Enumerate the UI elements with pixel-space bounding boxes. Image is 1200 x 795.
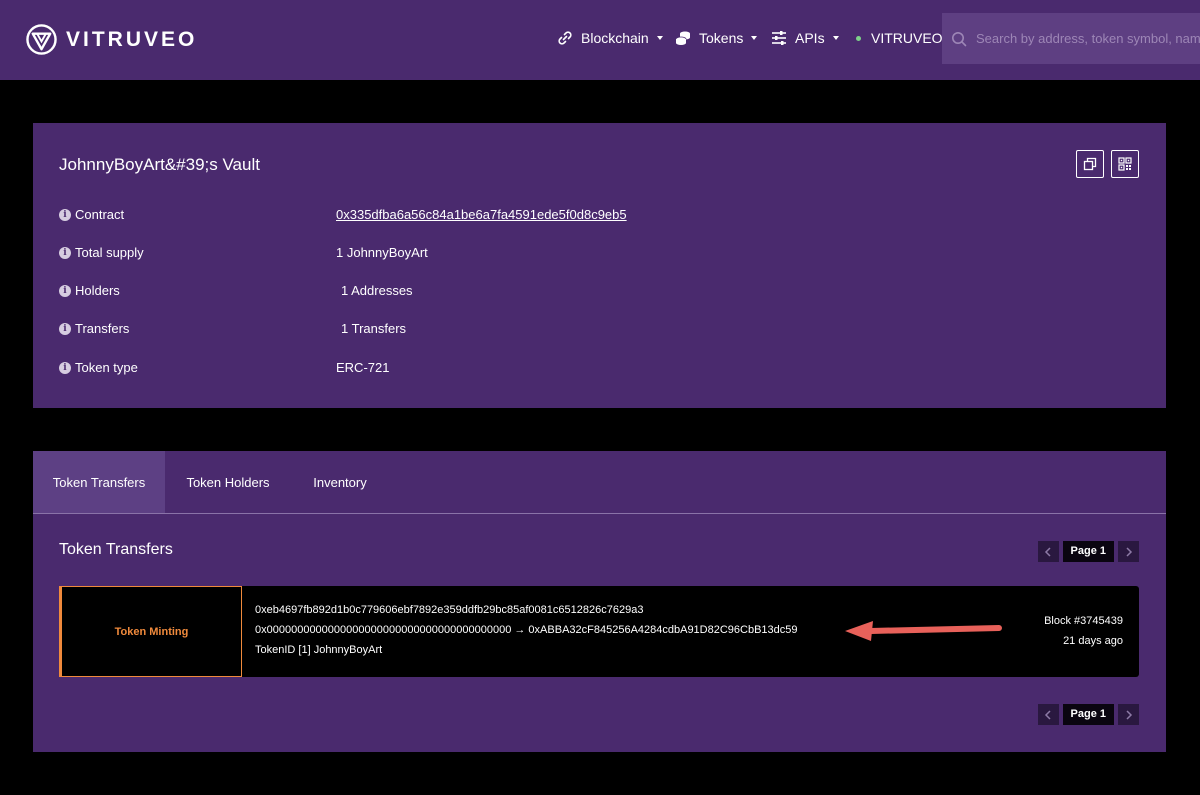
chevron-left-icon: [1044, 546, 1051, 557]
search-bar[interactable]: [942, 13, 1200, 64]
brand-logo[interactable]: VITRUVEO: [26, 24, 197, 55]
detail-label: Token type: [75, 360, 138, 375]
show-qr-button[interactable]: [1111, 150, 1139, 178]
transfer-tile: Token Minting 0xeb4697fb892d1b0c779606eb…: [59, 586, 1139, 677]
detail-label: Holders: [75, 283, 120, 298]
qr-code-icon: [1118, 157, 1132, 171]
detail-label: Total supply: [75, 245, 144, 260]
transfer-age: 21 days ago: [1063, 635, 1123, 647]
copy-icon: [1083, 157, 1097, 171]
transfers-value[interactable]: 1 Transfers: [341, 321, 406, 336]
next-page-button[interactable]: [1118, 541, 1139, 562]
nav-apis-label: APIs: [795, 30, 825, 46]
search-icon: [952, 31, 967, 46]
section-title: Token Transfers: [59, 541, 173, 558]
nav-tokens[interactable]: Tokens: [675, 30, 758, 46]
previous-page-button[interactable]: [1037, 704, 1059, 725]
current-page-label: Page 1: [1062, 704, 1114, 725]
chevron-right-icon: [1125, 546, 1132, 557]
token-transfers-card: Token Transfers Token Holders Inventory …: [33, 451, 1166, 752]
detail-row-transfers: i Transfers: [59, 321, 129, 336]
token-id-link[interactable]: TokenID [1] JohnnyBoyArt: [255, 644, 382, 656]
pagination-top: Page 1: [1037, 541, 1139, 562]
chevron-down-icon: [751, 36, 758, 40]
next-page-button[interactable]: [1118, 704, 1139, 725]
current-page-label: Page 1: [1062, 541, 1114, 562]
chevron-down-icon: [832, 36, 839, 40]
copy-address-button[interactable]: [1076, 150, 1104, 178]
previous-page-button[interactable]: [1037, 541, 1059, 562]
tab-inventory[interactable]: Inventory: [291, 451, 389, 513]
holders-value[interactable]: 1 Addresses: [341, 283, 413, 298]
tab-bar: Token Transfers Token Holders Inventory: [33, 451, 1166, 514]
transaction-hash-link[interactable]: 0xeb4697fb892d1b0c779606ebf7892e359ddfb2…: [255, 604, 643, 616]
detail-label: Transfers: [75, 321, 130, 336]
vitruveo-logo-icon: [26, 24, 57, 55]
contract-address-link[interactable]: 0x335dfba6a56c84a1be6a7fa4591ede5f0d8c9e…: [336, 207, 627, 222]
detail-row-contract: i Contract: [59, 207, 124, 222]
info-icon[interactable]: i: [59, 361, 71, 374]
link-icon: [558, 31, 572, 45]
search-input[interactable]: [976, 31, 1200, 46]
nav-network-label: VITRUVEO: [871, 30, 943, 46]
chevron-left-icon: [1044, 709, 1051, 720]
token-type-value: ERC-721: [336, 360, 390, 375]
annotation-arrow-icon: [845, 621, 1002, 641]
chevron-right-icon: [1125, 709, 1132, 720]
detail-row-total-supply: i Total supply: [59, 245, 144, 260]
nav-network[interactable]: VITRUVEO: [856, 30, 943, 46]
token-details-card: JohnnyBoyArt&#39;s Vault i Contract 0x33…: [33, 123, 1166, 408]
detail-label: Contract: [75, 207, 125, 222]
top-navbar: VITRUVEO Blockchain Tokens APIs VITRUVEO…: [0, 0, 1200, 80]
detail-row-token-type: i Token type: [59, 360, 138, 375]
block-number-link[interactable]: Block #3745439: [1044, 615, 1123, 627]
info-icon[interactable]: i: [59, 322, 71, 335]
sliders-icon: [772, 31, 786, 45]
total-supply-value: 1 JohnnyBoyArt: [336, 245, 428, 260]
info-icon[interactable]: i: [59, 284, 71, 297]
detail-row-holders: i Holders: [59, 283, 120, 298]
transfer-type-badge: Token Minting: [59, 586, 242, 677]
network-status-dot: [856, 35, 861, 41]
info-icon[interactable]: i: [59, 246, 71, 259]
nav-blockchain[interactable]: Blockchain: [557, 30, 663, 46]
nav-blockchain-label: Blockchain: [581, 30, 649, 46]
chevron-down-icon: [656, 36, 663, 40]
tab-token-transfers[interactable]: Token Transfers: [33, 451, 165, 513]
from-to-addresses[interactable]: 0x00000000000000000000000000000000000000…: [255, 624, 798, 636]
nav-apis[interactable]: APIs: [771, 30, 839, 46]
pagination-bottom: Page 1: [1037, 704, 1139, 725]
token-title: JohnnyBoyArt&#39;s Vault: [59, 155, 260, 174]
info-icon[interactable]: i: [59, 208, 71, 221]
brand-name: VITRUVEO: [66, 27, 198, 51]
nav-tokens-label: Tokens: [699, 30, 744, 46]
coins-icon: [675, 31, 690, 45]
tab-token-holders[interactable]: Token Holders: [165, 451, 291, 513]
